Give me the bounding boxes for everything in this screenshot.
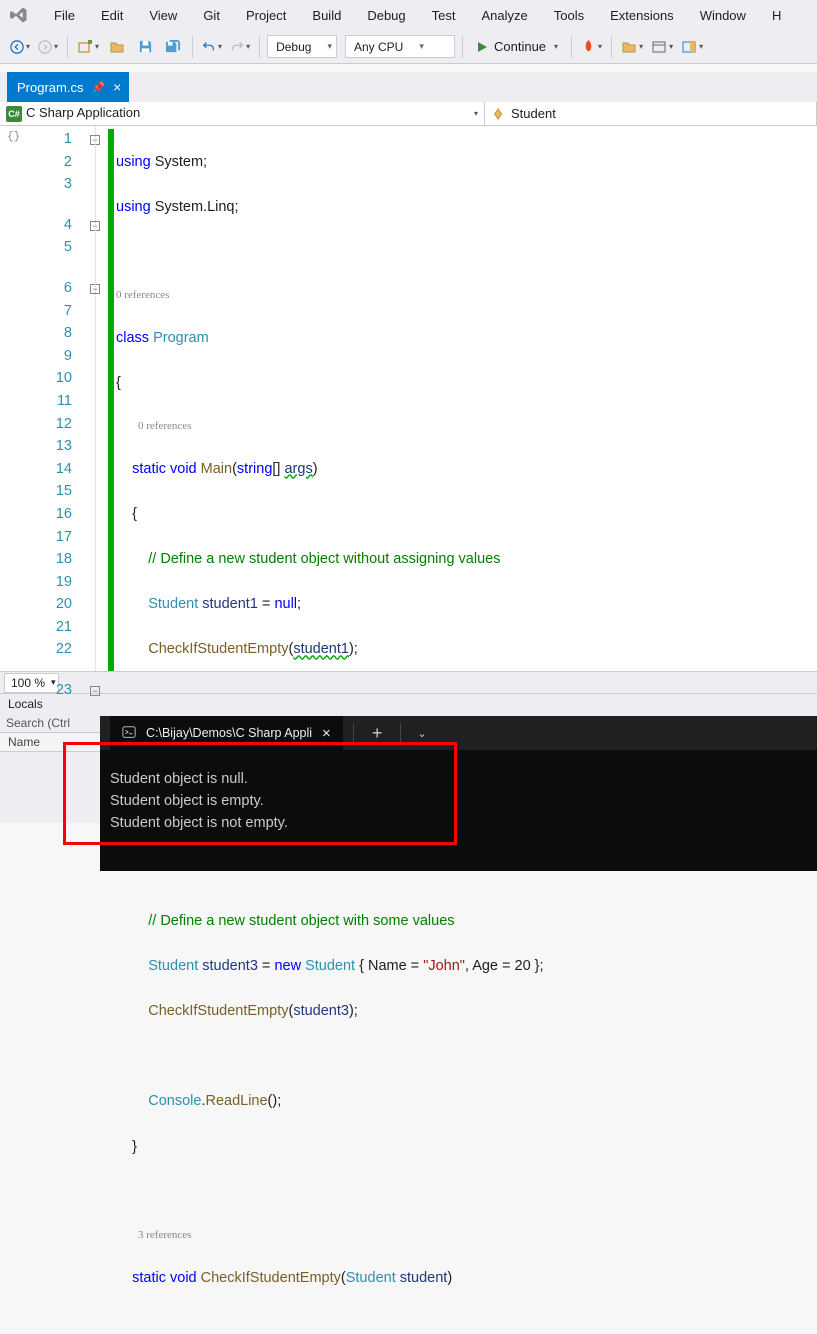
- forward-button[interactable]: ▾: [36, 35, 60, 59]
- tab-program-cs[interactable]: Program.cs 📌 ×: [7, 72, 129, 102]
- tab-label: Program.cs: [17, 80, 83, 95]
- project-label: C Sharp Application: [26, 105, 140, 120]
- menu-help[interactable]: H: [760, 4, 793, 27]
- terminal-icon: [122, 725, 136, 742]
- terminal-window: C:\Bijay\Demos\C Sharp Appli × + ⌄ Stude…: [100, 716, 817, 871]
- menu-window[interactable]: Window: [688, 4, 758, 27]
- terminal-output[interactable]: Student object is null. Student object i…: [100, 750, 817, 842]
- terminal-tab[interactable]: C:\Bijay\Demos\C Sharp Appli ×: [110, 716, 343, 750]
- member-label: Student: [511, 106, 556, 121]
- terminal-titlebar: C:\Bijay\Demos\C Sharp Appli × + ⌄: [100, 716, 817, 750]
- separator: [192, 36, 193, 58]
- glyph-margin: {}: [0, 126, 30, 671]
- terminal-line: Student object is not empty.: [110, 812, 807, 834]
- vs-logo-icon: [8, 4, 30, 26]
- layout-icon[interactable]: ▾: [679, 35, 705, 59]
- menu-tools[interactable]: Tools: [542, 4, 596, 27]
- code-editor[interactable]: {} 1234567891011121314151617181920212223…: [0, 126, 817, 671]
- config-dropdown[interactable]: Debug▾: [267, 35, 337, 58]
- save-all-icon[interactable]: [161, 35, 185, 59]
- fold-icon[interactable]: −: [90, 686, 100, 696]
- terminal-close-icon[interactable]: ×: [322, 725, 331, 742]
- terminal-new-tab-icon[interactable]: +: [364, 723, 391, 744]
- continue-label: Continue: [494, 39, 546, 54]
- separator: [400, 723, 401, 743]
- terminal-line: Student object is null.: [110, 768, 807, 790]
- terminal-menu-icon[interactable]: ⌄: [411, 727, 432, 740]
- toolbar: ▾ ▾ ▾ ▾ ▾ Debug▾ Any CPU▾ Continue ▾ ▾ ▾…: [0, 30, 817, 64]
- window-icon[interactable]: ▾: [649, 35, 675, 59]
- csharp-icon: C#: [6, 106, 22, 122]
- menu-test[interactable]: Test: [420, 4, 468, 27]
- menu-project[interactable]: Project: [234, 4, 298, 27]
- terminal-line: Student object is empty.: [110, 790, 807, 812]
- config-value: Debug: [276, 40, 311, 54]
- new-project-icon[interactable]: ▾: [75, 35, 101, 59]
- menu-git[interactable]: Git: [191, 4, 232, 27]
- separator: [611, 36, 612, 58]
- line-numbers: 1234567891011121314151617181920212223: [30, 126, 90, 671]
- codelens[interactable]: 3 references: [116, 1226, 817, 1244]
- redo-icon[interactable]: ▾: [228, 35, 252, 59]
- fold-gutter: − − − −: [90, 126, 108, 671]
- close-icon[interactable]: ×: [113, 79, 121, 95]
- codelens[interactable]: 0 references: [116, 286, 817, 304]
- separator: [353, 723, 354, 743]
- hot-reload-icon[interactable]: ▾: [579, 35, 604, 59]
- menu-view[interactable]: View: [137, 4, 189, 27]
- menu-bar: File Edit View Git Project Build Debug T…: [0, 0, 817, 30]
- class-icon: [491, 106, 507, 122]
- menu-debug[interactable]: Debug: [355, 4, 417, 27]
- separator: [462, 36, 463, 58]
- menu-edit[interactable]: Edit: [89, 4, 135, 27]
- code-content[interactable]: using System; using System.Linq; 0 refer…: [114, 126, 817, 671]
- continue-button[interactable]: Continue ▾: [470, 35, 564, 59]
- member-dropdown[interactable]: Student: [485, 102, 817, 125]
- platform-dropdown[interactable]: Any CPU▾: [345, 35, 455, 58]
- codelens[interactable]: 0 references: [116, 417, 817, 435]
- menu-analyze[interactable]: Analyze: [469, 4, 539, 27]
- platform-value: Any CPU: [354, 40, 403, 54]
- save-icon[interactable]: [133, 35, 157, 59]
- separator: [259, 36, 260, 58]
- menu-build[interactable]: Build: [300, 4, 353, 27]
- menu-file[interactable]: File: [42, 4, 87, 27]
- open-icon[interactable]: [105, 35, 129, 59]
- terminal-title: C:\Bijay\Demos\C Sharp Appli: [146, 726, 312, 740]
- undo-icon[interactable]: ▾: [200, 35, 224, 59]
- menu-extensions[interactable]: Extensions: [598, 4, 686, 27]
- separator: [571, 36, 572, 58]
- tab-bar: Program.cs 📌 ×: [0, 72, 817, 102]
- back-button[interactable]: ▾: [8, 35, 32, 59]
- nav-bar: C#C Sharp Application ▾ Student: [0, 102, 817, 126]
- separator: [67, 36, 68, 58]
- pin-icon[interactable]: 📌: [91, 81, 105, 94]
- folder-icon[interactable]: ▾: [619, 35, 645, 59]
- project-dropdown[interactable]: C#C Sharp Application ▾: [0, 102, 485, 125]
